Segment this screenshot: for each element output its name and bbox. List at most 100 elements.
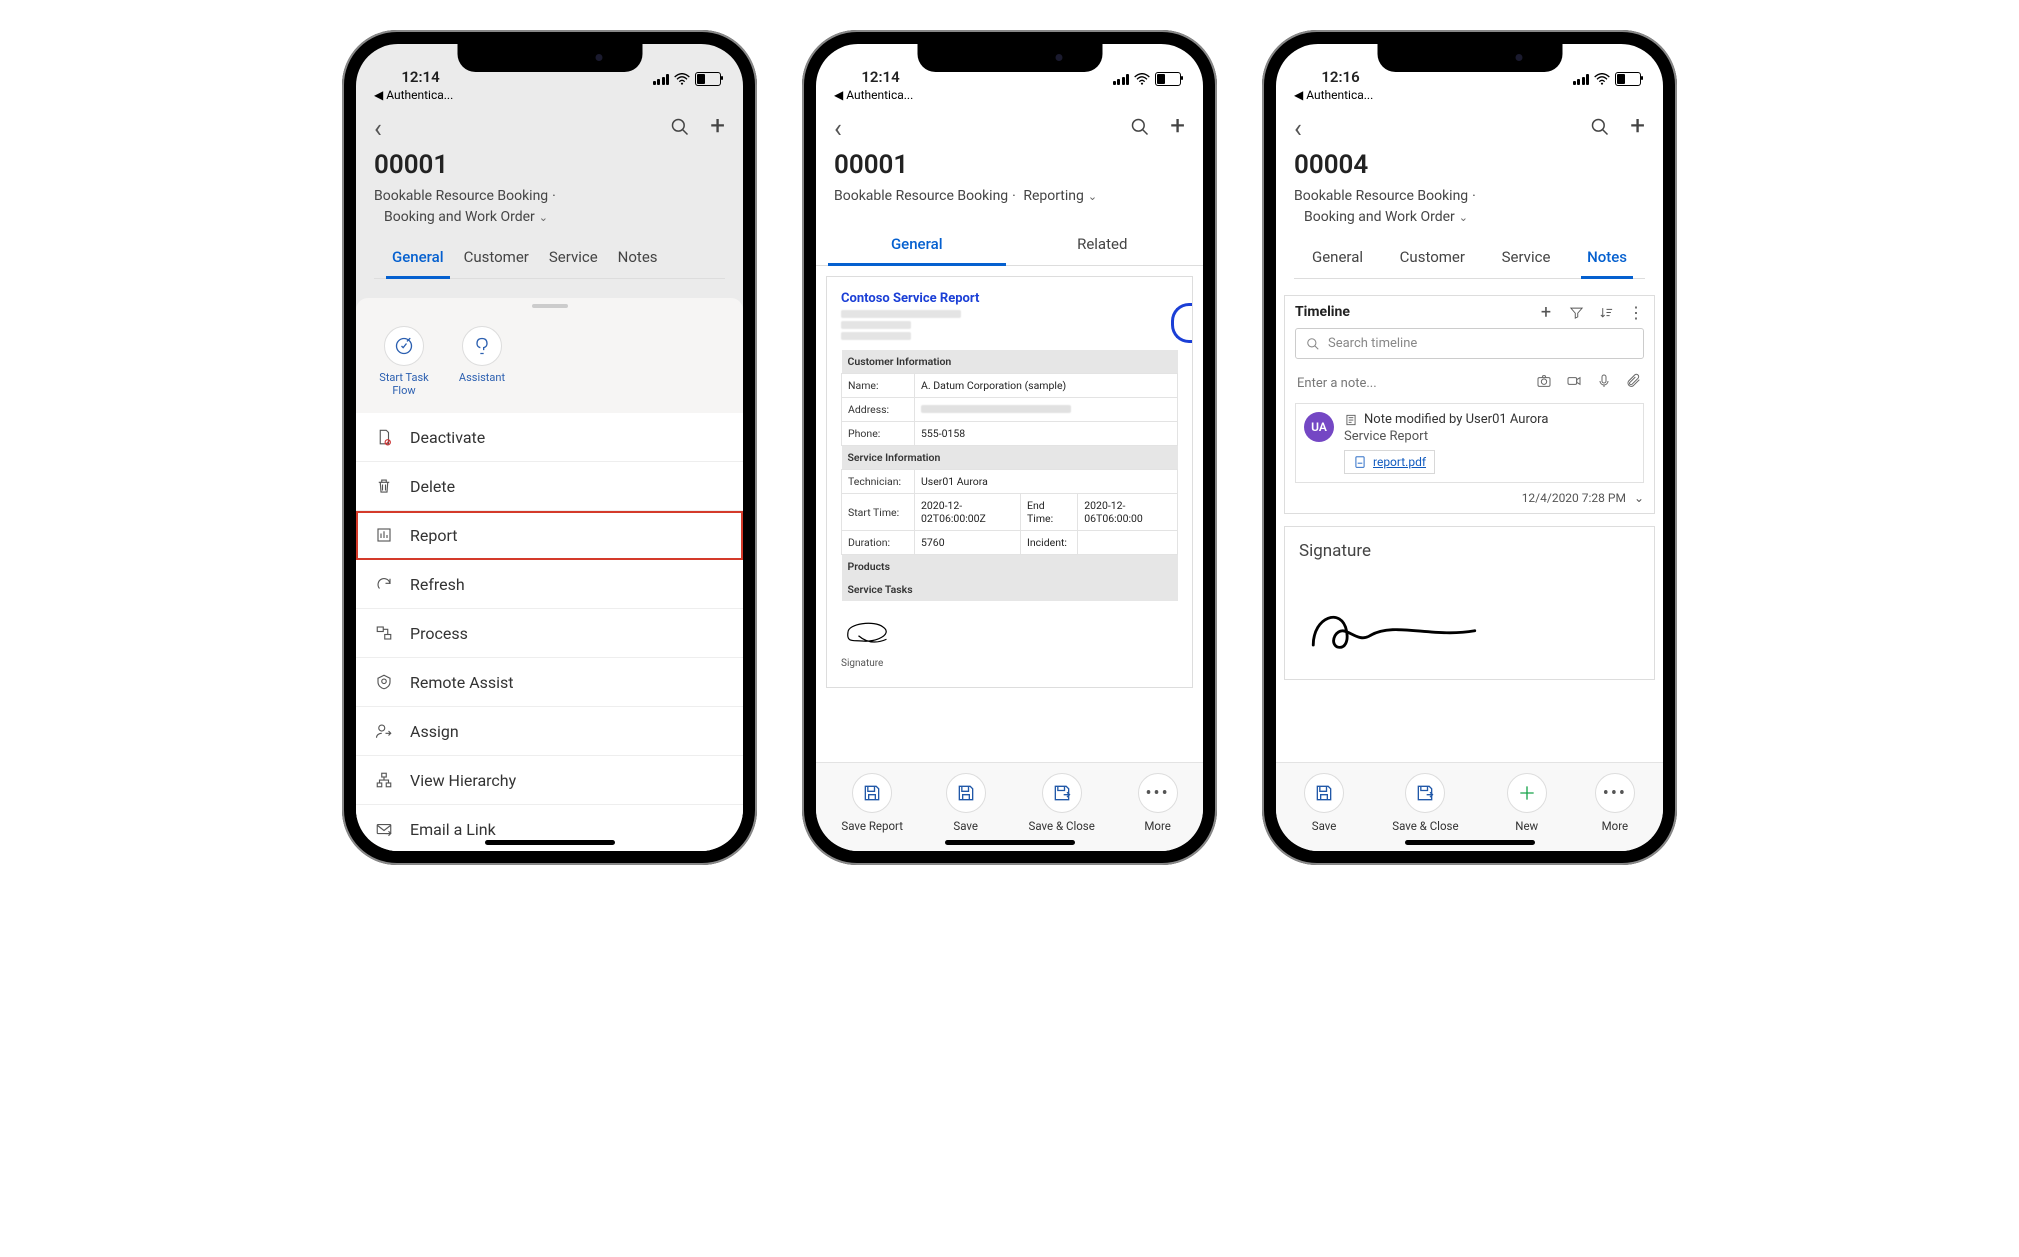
video-icon[interactable] — [1566, 373, 1582, 393]
note-icon — [1344, 413, 1358, 427]
back-button[interactable]: ‹ — [374, 114, 390, 144]
status-time: 12:16 — [1298, 68, 1383, 86]
add-icon[interactable]: + — [1630, 117, 1645, 142]
service-report-document: Contoso Service Report Customer Informat… — [826, 276, 1193, 688]
assign-icon — [374, 721, 394, 741]
menu-item-assign[interactable]: Assign — [356, 707, 743, 756]
action-sheet: Start Task Flow Assistant DeactivateDele… — [356, 298, 743, 851]
bottom-action-bar: Save Save & Close New •••More — [1276, 762, 1663, 851]
phone-2: 12:14 ◀ Authentica... ‹ + 00001 Bookable… — [802, 30, 1217, 865]
phone-1: 12:14 ◀ Authentica... ‹ + 00001 Bookable… — [342, 30, 757, 865]
chevron-down-icon[interactable]: ⌄ — [535, 211, 548, 224]
battery-icon — [1615, 72, 1641, 86]
tab-general[interactable]: General — [824, 225, 1010, 265]
record-title: 00001 — [374, 150, 725, 180]
chevron-down-icon[interactable]: ⌄ — [1455, 211, 1468, 224]
record-title: 00004 — [1294, 150, 1645, 180]
signal-icon — [1573, 74, 1590, 85]
new-button[interactable]: New — [1507, 773, 1547, 833]
timeline-note-item[interactable]: UA Note modified by User01 Aurora Servic… — [1295, 403, 1644, 483]
save-button[interactable]: Save — [946, 773, 986, 833]
search-icon[interactable] — [670, 117, 690, 142]
home-indicator[interactable] — [945, 840, 1075, 845]
timeline-more-icon[interactable]: ⋮ — [1628, 304, 1644, 320]
deactivate-icon — [374, 427, 394, 447]
start-task-flow-button[interactable]: Start Task Flow — [378, 326, 430, 397]
signal-icon — [1113, 74, 1130, 85]
remote-icon — [374, 672, 394, 692]
avatar: UA — [1304, 412, 1334, 442]
tab-customer[interactable]: Customer — [1390, 238, 1475, 278]
device-notch — [1377, 44, 1562, 72]
save-button[interactable]: Save — [1304, 773, 1344, 833]
menu-item-process[interactable]: Process — [356, 609, 743, 658]
save-report-button[interactable]: Save Report — [841, 773, 903, 833]
back-button[interactable]: ‹ — [834, 114, 850, 144]
delete-icon — [374, 476, 394, 496]
signature-drawing — [1299, 591, 1489, 661]
tabs: General Related — [816, 225, 1203, 266]
timeline-add-icon[interactable]: + — [1538, 304, 1554, 320]
camera-icon[interactable] — [1536, 373, 1552, 393]
attachment-link[interactable]: report.pdf — [1344, 450, 1435, 474]
more-button[interactable]: •••More — [1595, 773, 1635, 833]
status-time: 12:14 — [838, 68, 923, 86]
tab-notes[interactable]: Notes — [1577, 238, 1637, 278]
menu-item-remote[interactable]: Remote Assist — [356, 658, 743, 707]
report-title: Contoso Service Report — [841, 291, 1178, 306]
timeline-search[interactable]: Search timeline — [1295, 328, 1644, 359]
customer-info-table: Customer Information Name:A. Datum Corpo… — [841, 350, 1178, 601]
more-button[interactable]: •••More — [1138, 773, 1178, 833]
battery-icon — [1155, 72, 1181, 86]
chevron-down-icon[interactable]: ⌄ — [1634, 491, 1644, 505]
device-notch — [917, 44, 1102, 72]
app-back-crumb[interactable]: ◀ Authentica... — [816, 88, 1203, 104]
search-icon[interactable] — [1590, 117, 1610, 142]
wifi-icon — [1134, 73, 1150, 85]
menu-item-hier[interactable]: View Hierarchy — [356, 756, 743, 805]
back-button[interactable]: ‹ — [1294, 114, 1310, 144]
record-meta: Bookable Resource Booking· Booking and W… — [374, 186, 725, 228]
signature-area: Signature — [841, 613, 1178, 669]
menu-item-deactivate[interactable]: Deactivate — [356, 413, 743, 462]
device-notch — [457, 44, 642, 72]
report-area[interactable]: Contoso Service Report Customer Informat… — [816, 266, 1203, 762]
assistant-button[interactable]: Assistant — [456, 326, 508, 397]
tab-general[interactable]: General — [382, 238, 454, 278]
sheet-handle[interactable] — [532, 304, 568, 308]
home-indicator[interactable] — [1405, 840, 1535, 845]
menu-item-refresh[interactable]: Refresh — [356, 560, 743, 609]
tab-general[interactable]: General — [1302, 238, 1373, 278]
timeline-sort-icon[interactable] — [1598, 304, 1614, 320]
search-icon[interactable] — [1130, 117, 1150, 142]
search-icon — [1306, 337, 1320, 351]
email-icon — [374, 819, 394, 839]
app-back-crumb[interactable]: ◀ Authentica... — [1276, 88, 1663, 104]
mic-icon[interactable] — [1596, 373, 1612, 393]
pdf-icon — [1353, 455, 1367, 469]
save-close-button[interactable]: Save & Close — [1029, 773, 1095, 833]
tabs: General Customer Service Notes — [374, 238, 725, 279]
wifi-icon — [1594, 73, 1610, 85]
home-indicator[interactable] — [485, 840, 615, 845]
record-meta: Bookable Resource Booking· Reporting⌄ — [834, 186, 1185, 207]
tab-related[interactable]: Related — [1010, 225, 1196, 265]
tab-notes[interactable]: Notes — [608, 238, 668, 278]
tab-service[interactable]: Service — [539, 238, 608, 278]
add-icon[interactable]: + — [1170, 117, 1185, 142]
add-icon[interactable]: + — [710, 117, 725, 142]
timeline-filter-icon[interactable] — [1568, 304, 1584, 320]
menu-item-report[interactable]: Report — [356, 511, 743, 560]
process-icon — [374, 623, 394, 643]
chevron-down-icon[interactable]: ⌄ — [1084, 190, 1097, 203]
enter-note-input[interactable]: Enter a note... — [1295, 367, 1644, 403]
attach-icon[interactable] — [1626, 373, 1642, 393]
tab-service[interactable]: Service — [1492, 238, 1561, 278]
save-close-button[interactable]: Save & Close — [1392, 773, 1458, 833]
signature-card[interactable]: Signature — [1284, 526, 1655, 680]
menu-item-delete[interactable]: Delete — [356, 462, 743, 511]
timeline-card: Timeline + ⋮ Search timeline Enter a not… — [1284, 295, 1655, 514]
tabs: General Customer Service Notes — [1294, 238, 1645, 279]
refresh-icon — [374, 574, 394, 594]
tab-customer[interactable]: Customer — [454, 238, 539, 278]
